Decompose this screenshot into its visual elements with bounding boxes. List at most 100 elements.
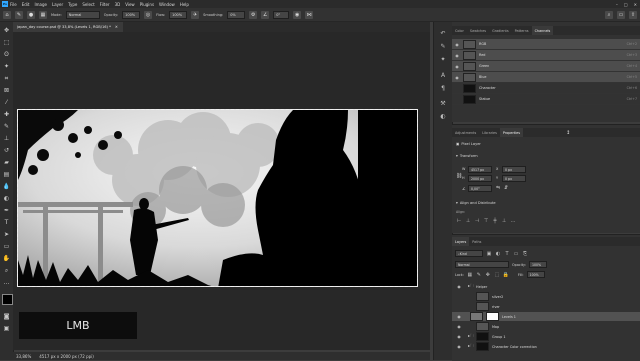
smoothing-options-icon[interactable]: ⚙ <box>249 10 258 19</box>
healing-brush-tool-icon[interactable]: ✚ <box>2 110 11 119</box>
channel-row-rgb[interactable]: ◉ RGB Ctrl+2 <box>452 39 640 50</box>
menu-window[interactable]: Window <box>159 2 175 7</box>
brush-angle-field[interactable]: 0° <box>273 10 290 19</box>
blur-tool-icon[interactable]: 💧 <box>2 182 11 191</box>
foreground-color-swatch[interactable] <box>2 294 13 305</box>
kind-filter-select[interactable]: ⌕ Kind <box>455 250 483 257</box>
lock-all-icon[interactable]: 🔒 <box>503 272 509 278</box>
filter-shape-icon[interactable]: ▭ <box>513 251 519 257</box>
visibility-eye-icon[interactable]: ◉ <box>454 64 460 69</box>
layer-fill-field[interactable]: 100% <box>526 271 545 278</box>
align-center-h-icon[interactable]: ⊥ <box>465 218 471 224</box>
lasso-tool-icon[interactable]: ʘ <box>2 50 11 59</box>
move-tool-icon[interactable]: ✥ <box>2 26 11 35</box>
transform-header[interactable]: ▾ Transform <box>456 154 478 158</box>
zoom-tool-icon[interactable]: ⌕ <box>2 266 11 275</box>
group-mask-thumbnail[interactable] <box>476 332 490 341</box>
y-field[interactable]: 0 px <box>502 175 526 182</box>
filter-smart-object-icon[interactable]: ⎘ <box>522 251 528 257</box>
height-field[interactable]: 2000 px <box>468 175 492 182</box>
menu-file[interactable]: File <box>10 2 17 7</box>
quick-select-tool-icon[interactable]: ✦ <box>2 62 11 71</box>
width-field[interactable]: 4517 px <box>468 166 492 173</box>
path-select-tool-icon[interactable]: ➤ <box>2 230 11 239</box>
document-canvas[interactable] <box>17 109 418 287</box>
align-header[interactable]: ▾ Align and Distribute <box>456 201 496 205</box>
dodge-tool-icon[interactable]: ◐ <box>2 194 11 203</box>
tab-libraries[interactable]: Libraries <box>479 128 500 137</box>
menu-layer[interactable]: Layer <box>52 2 63 7</box>
layer-row-levels-1[interactable]: ◉ Levels 1 <box>452 312 640 322</box>
brush-angle-icon[interactable]: ∠ <box>261 10 270 19</box>
visibility-eye-icon[interactable]: ◉ <box>454 324 464 329</box>
smoothing-field[interactable]: 0% <box>227 10 246 19</box>
opacity-field[interactable]: 100% <box>122 10 141 19</box>
shape-tool-icon[interactable]: ▭ <box>2 242 11 251</box>
menu-3d[interactable]: 3D <box>115 2 121 7</box>
menu-filter[interactable]: Filter <box>100 2 110 7</box>
menu-plugins[interactable]: Plugins <box>140 2 154 7</box>
more-tools-icon[interactable]: … <box>2 278 11 287</box>
tab-color[interactable]: Color <box>452 26 467 35</box>
photoshop-logo-icon[interactable]: Ps <box>2 1 8 7</box>
brush-tool-icon[interactable]: ✎ <box>2 122 11 131</box>
tab-swatches[interactable]: Swatches <box>467 26 489 35</box>
zoom-level[interactable]: 33,86% <box>16 354 31 359</box>
visibility-eye-icon[interactable]: ◉ <box>454 284 464 289</box>
blend-mode-select[interactable]: Normal <box>455 261 509 268</box>
channel-row-green[interactable]: ◉ Green Ctrl+4 <box>452 61 640 72</box>
filter-type-icon[interactable]: T <box>504 251 510 257</box>
hand-tool-icon[interactable]: ✋ <box>2 254 11 263</box>
minimize-icon[interactable]: – <box>616 2 618 7</box>
layer-row-river[interactable]: river <box>452 302 640 312</box>
gradient-tool-icon[interactable]: ▤ <box>2 170 11 179</box>
visibility-eye-icon[interactable]: ◉ <box>454 334 464 339</box>
layer-opacity-field[interactable]: 100% <box>528 261 547 268</box>
clone-stamp-tool-icon[interactable]: ⊥ <box>2 134 11 143</box>
tab-gradients[interactable]: Gradients <box>489 26 512 35</box>
brush-tool-icon[interactable]: ✎ <box>15 10 23 19</box>
more-options-icon[interactable]: … <box>510 218 516 224</box>
visibility-eye-icon[interactable]: ◉ <box>454 75 460 80</box>
menu-select[interactable]: Select <box>82 2 94 7</box>
screen-mode-icon[interactable]: ▣ <box>2 324 11 333</box>
airbrush-icon[interactable]: ✈ <box>191 10 200 19</box>
history-panel-icon[interactable]: ↶ <box>438 28 448 38</box>
eraser-tool-icon[interactable]: ▰ <box>2 158 11 167</box>
channel-row-red[interactable]: ◉ Red Ctrl+3 <box>452 50 640 61</box>
brush-settings-icon[interactable]: ▦ <box>39 10 47 19</box>
tab-adjustments[interactable]: Adjustments <box>452 128 479 137</box>
menu-image[interactable]: Image <box>34 2 47 7</box>
lock-pixels-icon[interactable]: ✎ <box>476 272 482 278</box>
marquee-tool-icon[interactable]: ⬚ <box>2 38 11 47</box>
crop-tool-icon[interactable]: ⌗ <box>2 74 11 83</box>
pen-tool-icon[interactable]: ✒ <box>2 206 11 215</box>
lock-transparency-icon[interactable]: ▦ <box>467 272 473 278</box>
visibility-eye-icon[interactable]: ◉ <box>454 344 464 349</box>
tool-presets-panel-icon[interactable]: ⚒ <box>438 98 448 108</box>
layer-row-map[interactable]: ◉ Map <box>452 322 640 332</box>
channel-row-character[interactable]: Character Ctrl+6 <box>452 83 640 94</box>
flip-horizontal-icon[interactable]: ⇋ <box>496 185 500 191</box>
channel-row-blue[interactable]: ◉ Blue Ctrl+5 <box>452 72 640 83</box>
layer-mask-thumbnail[interactable] <box>486 312 499 321</box>
align-middle-v-icon[interactable]: ╪ <box>492 218 498 224</box>
home-icon[interactable]: ⌂ <box>3 10 11 19</box>
workspace-icon[interactable]: ▭ <box>617 10 625 19</box>
align-right-icon[interactable]: ⊣ <box>474 218 480 224</box>
layer-row-character-color-correction[interactable]: ◉ ▸🗀 Character Color correction <box>452 342 640 352</box>
color-panel-icon[interactable]: ◐ <box>438 111 448 121</box>
frame-tool-icon[interactable]: ⊠ <box>2 86 11 95</box>
brush-preset-picker[interactable]: ● <box>27 10 35 19</box>
layer-row-helper[interactable]: ◉ ▸🗀 Helper <box>452 282 640 292</box>
brush-settings-panel-icon[interactable]: ✎ <box>438 41 448 51</box>
type-tool-icon[interactable]: T <box>2 218 11 227</box>
tab-properties[interactable]: Properties <box>499 128 524 137</box>
tab-patterns[interactable]: Patterns <box>512 26 532 35</box>
visibility-eye-icon[interactable]: ◉ <box>454 42 460 47</box>
layer-row-silver2[interactable]: silver2 <box>452 292 640 302</box>
share-icon[interactable]: ⇪ <box>629 10 637 19</box>
document-tab[interactable]: japan_day course.psd @ 33,8% (Levels 1, … <box>13 22 123 32</box>
angle-field[interactable]: 0,00° <box>468 185 492 192</box>
lock-artboard-icon[interactable]: ⬚ <box>494 272 500 278</box>
